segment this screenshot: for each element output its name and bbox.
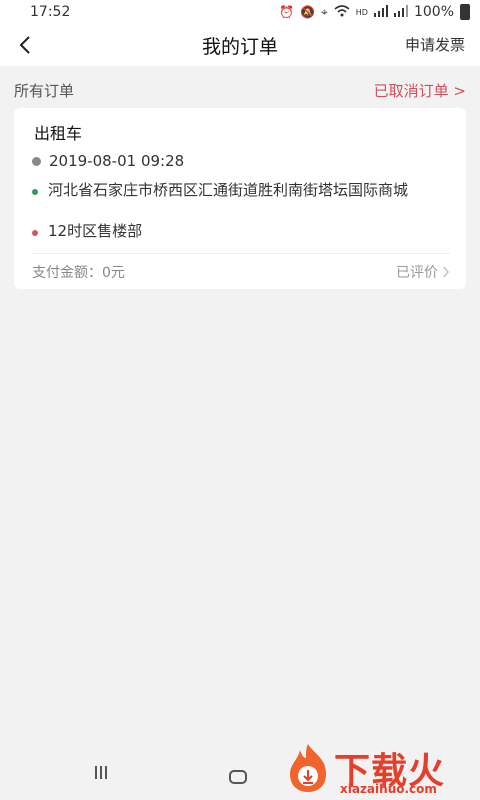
alarm-icon: ⏰ — [279, 5, 295, 19]
apply-invoice-button[interactable]: 申请发票 — [405, 34, 465, 55]
mute-icon: 🔕 — [300, 5, 316, 19]
rated-status[interactable]: 已评价 — [396, 262, 450, 282]
back-button[interactable] — [10, 30, 40, 60]
payment-amount: 支付金额：0元 — [32, 265, 125, 281]
recent-apps-icon[interactable] — [95, 766, 107, 779]
order-time: 2019-08-01 09:28 — [49, 152, 185, 170]
battery-percent: 100% — [413, 4, 454, 20]
location-icon: ⌖ — [321, 4, 328, 19]
dropoff-dot-icon — [32, 230, 38, 236]
divider — [32, 253, 450, 254]
chevron-left-icon — [19, 36, 30, 54]
status-bar: 17:52 ⏰ 🔕 ⌖ HD 100% — [0, 0, 480, 24]
status-time: 17:52 — [30, 4, 71, 20]
watermark-url: xiazaihuo.com — [340, 782, 437, 796]
battery-icon — [460, 4, 470, 20]
wifi-icon — [334, 4, 350, 20]
status-icons: ⏰ 🔕 ⌖ HD 100% — [279, 4, 470, 20]
orders-section-header: 所有订单 已取消订单 > — [14, 78, 466, 102]
cancelled-orders-link[interactable]: 已取消订单 > — [374, 80, 466, 101]
signal-4g-icon — [373, 4, 388, 20]
page-title: 我的订单 — [201, 35, 278, 58]
section-title: 所有订单 — [14, 81, 75, 100]
watermark: 下载火 xiazaihuo.com — [274, 740, 474, 798]
clock-icon — [32, 156, 41, 166]
signal-2g-icon — [393, 4, 408, 20]
dropoff-row: 12时区售楼部 — [32, 222, 142, 241]
pickup-row: 河北省石家庄市桥西区汇通街道胜利南街塔坛国际商城 — [32, 181, 452, 200]
flame-logo-icon — [290, 744, 326, 792]
top-app-bar: 我的订单 申请发票 — [0, 24, 480, 66]
order-type: 出租车 — [34, 124, 83, 143]
rated-status-label: 已评价 — [396, 265, 438, 281]
chevron-right-icon — [443, 266, 449, 278]
hd-icon: HD — [355, 7, 368, 17]
dropoff-address: 12时区售楼部 — [48, 222, 143, 240]
pickup-address: 河北省石家庄市桥西区汇通街道胜利南街塔坛国际商城 — [48, 181, 409, 199]
order-card[interactable]: 出租车 2019-08-01 09:28 河北省石家庄市桥西区汇通街道胜利南街塔… — [14, 108, 466, 289]
order-time-row: 2019-08-01 09:28 — [32, 152, 184, 170]
home-icon[interactable] — [229, 770, 247, 784]
pickup-dot-icon — [32, 189, 38, 195]
